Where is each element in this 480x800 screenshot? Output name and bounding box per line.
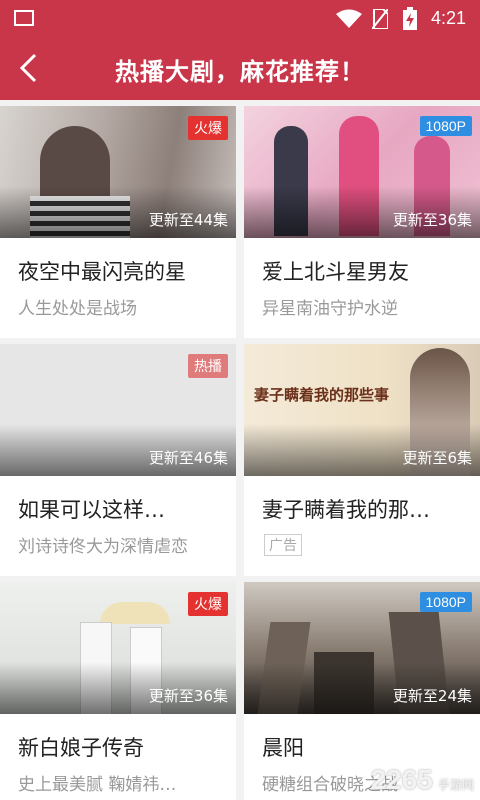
- ad-label: 广告: [264, 534, 302, 556]
- episode-update-label: 更新至44集: [148, 211, 228, 229]
- drama-description: 史上最美腻 鞠婧祎…: [18, 775, 177, 795]
- drama-title: 晨阳: [262, 736, 304, 760]
- top-app-bar: 热播大剧，麻花推荐！: [0, 38, 480, 100]
- watermark-number: 2265: [370, 764, 433, 795]
- hot-badge: 火爆: [188, 592, 228, 616]
- site-watermark: 2265 手游网: [371, 764, 474, 796]
- hd-badge: 1080P: [419, 116, 472, 136]
- drama-description: 人生处处是战场: [18, 299, 137, 319]
- drama-card[interactable]: 火爆 更新至36集 新白娘子传奇 史上最美腻 鞠婧祎…: [0, 582, 236, 800]
- status-bar: 4:21: [0, 0, 480, 38]
- drama-thumbnail[interactable]: 1080P 更新至36集: [244, 106, 480, 238]
- hd-badge: 1080P: [419, 592, 472, 612]
- episode-update-label: 更新至36集: [392, 211, 472, 229]
- drama-card[interactable]: 热播 更新至46集 如果可以这样… 刘诗诗佟大为深情虐恋: [0, 344, 236, 576]
- image-notification-icon: [14, 10, 34, 26]
- page-title: 热播大剧，麻花推荐！: [115, 58, 365, 86]
- episode-update-label: 更新至6集: [402, 449, 472, 467]
- episode-update-label: 更新至46集: [148, 449, 228, 467]
- drama-thumbnail[interactable]: 火爆 更新至36集: [0, 582, 236, 714]
- drama-thumbnail[interactable]: 火爆 更新至44集: [0, 106, 236, 238]
- ad-thumbnail[interactable]: 妻子瞒着我的那些事 更新至6集: [244, 344, 480, 476]
- drama-description: 刘诗诗佟大为深情虐恋: [18, 537, 188, 557]
- drama-card[interactable]: 1080P 更新至36集 爱上北斗星男友 异星南油守护水逆: [244, 106, 480, 338]
- battery-charging-icon: [403, 7, 417, 30]
- ad-card[interactable]: 妻子瞒着我的那些事 更新至6集 妻子瞒着我的那… 广告: [244, 344, 480, 576]
- wifi-icon: [336, 9, 362, 28]
- episode-update-label: 更新至36集: [148, 687, 228, 705]
- hot-badge: 火爆: [188, 116, 228, 140]
- drama-title: 夜空中最闪亮的星: [18, 260, 186, 284]
- airing-badge: 热播: [188, 354, 228, 378]
- drama-title: 爱上北斗星男友: [262, 260, 409, 284]
- clock: 4:21: [430, 8, 466, 28]
- drama-title: 妻子瞒着我的那…: [262, 498, 430, 522]
- no-sim-icon: [372, 9, 388, 29]
- drama-title: 如果可以这样…: [18, 498, 165, 522]
- watermark-text: 手游网: [437, 778, 474, 792]
- episode-update-label: 更新至24集: [392, 687, 472, 705]
- drama-thumbnail[interactable]: 热播 更新至46集: [0, 344, 236, 476]
- ad-thumbnail-headline: 妻子瞒着我的那些事: [254, 386, 390, 404]
- drama-thumbnail[interactable]: 1080P 更新至24集: [244, 582, 480, 714]
- drama-grid: 火爆 更新至44集 夜空中最闪亮的星 人生处处是战场 1080P 更新至36集 …: [0, 100, 480, 800]
- drama-card[interactable]: 火爆 更新至44集 夜空中最闪亮的星 人生处处是战场: [0, 106, 236, 338]
- drama-title: 新白娘子传奇: [18, 736, 144, 760]
- drama-description: 异星南油守护水逆: [262, 299, 398, 319]
